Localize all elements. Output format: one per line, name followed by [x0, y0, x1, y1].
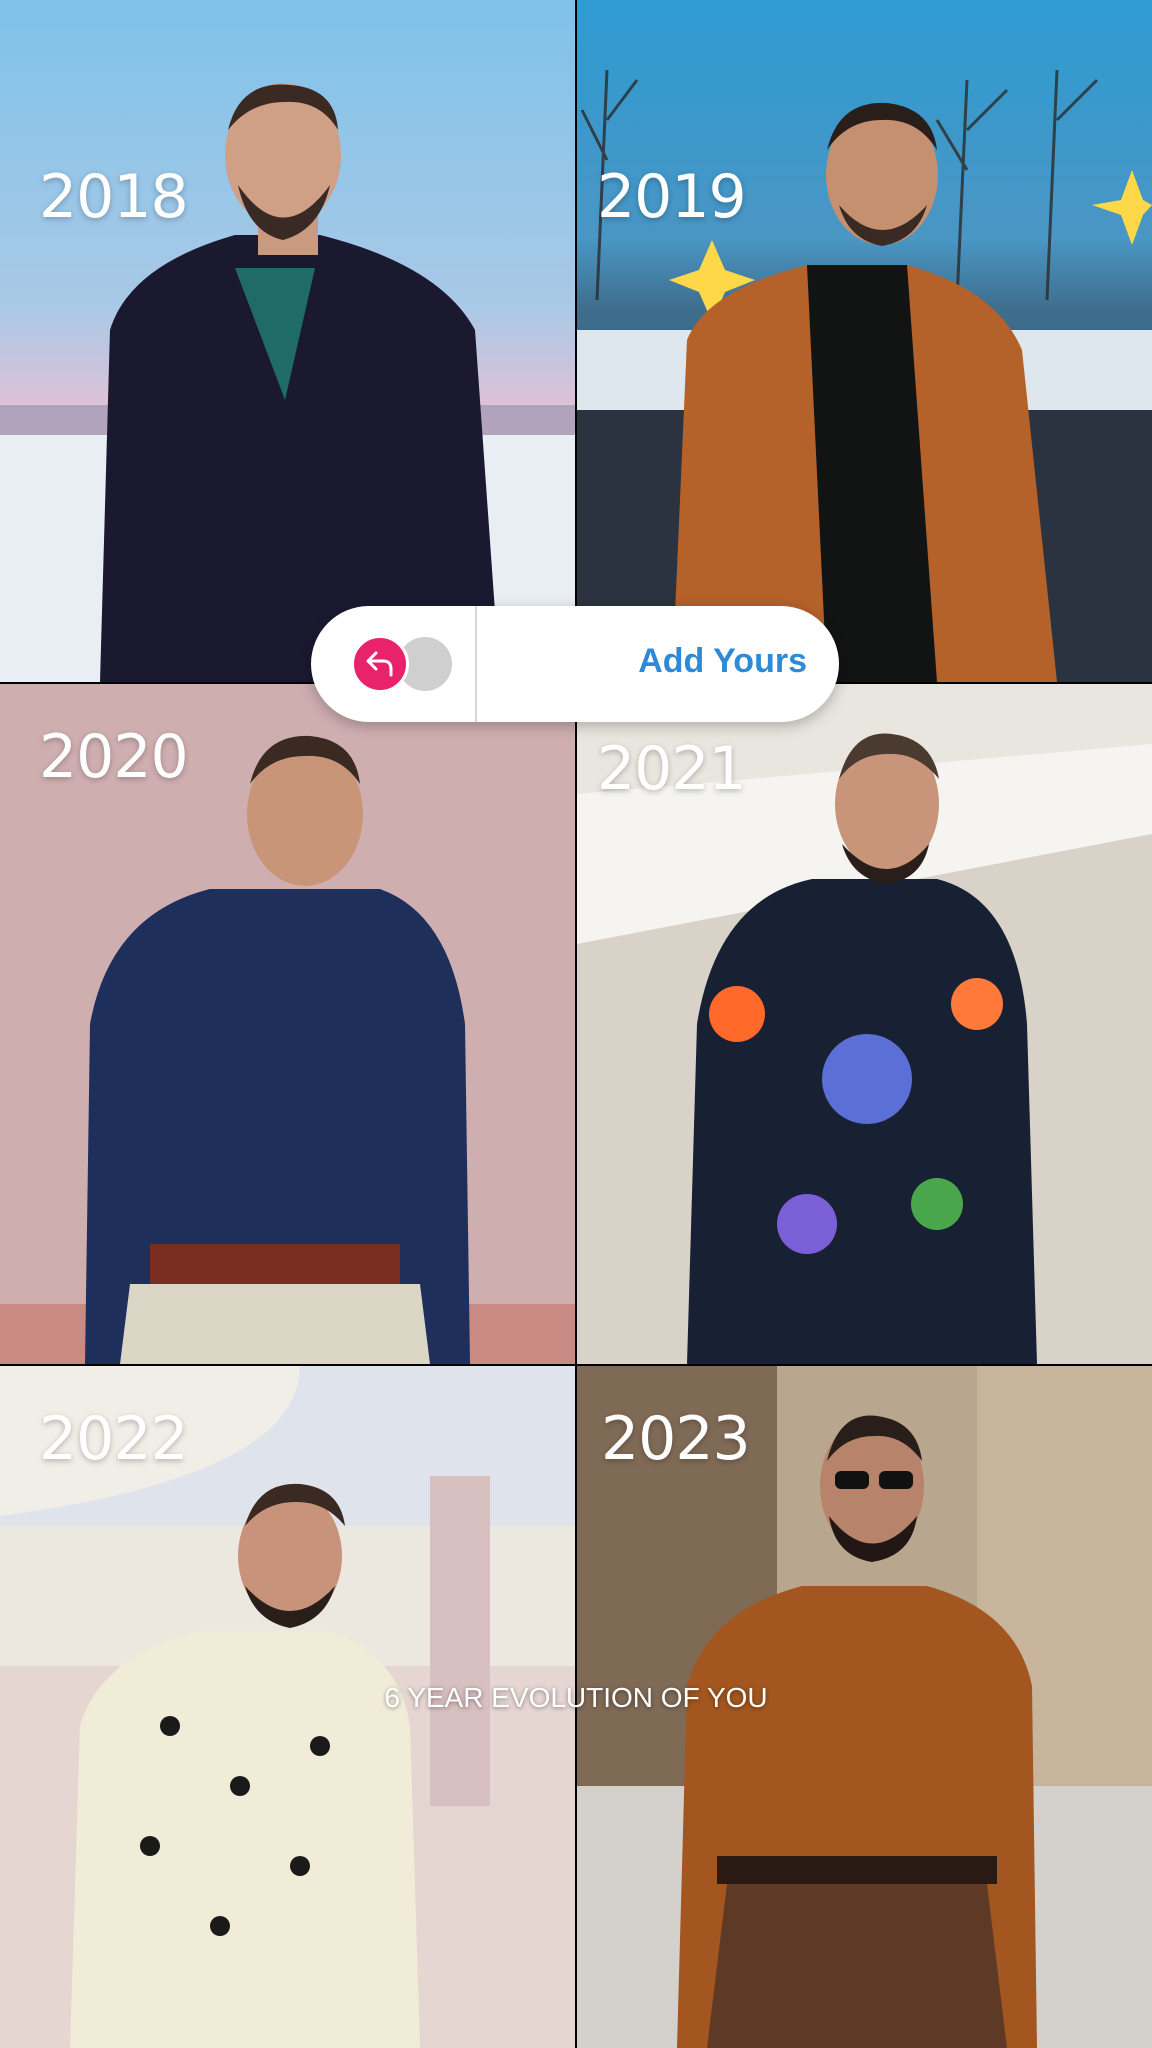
year-label-2022: 2022	[39, 1404, 189, 1474]
story-canvas: 2018 2019 2020 2021 2022 2023 Add Yours …	[0, 0, 1152, 2048]
year-label-2018: 2018	[39, 162, 189, 232]
photo-2019	[577, 0, 1152, 682]
add-yours-button[interactable]: Add Yours	[638, 642, 807, 681]
year-label-2019: 2019	[597, 162, 747, 232]
photo-tile-2021: 2021	[577, 684, 1152, 1364]
photo-tile-2019: 2019	[577, 0, 1152, 682]
photo-tile-2018: 2018	[0, 0, 575, 682]
photo-2018	[0, 0, 575, 682]
photo-tile-2020: 2020	[0, 684, 575, 1364]
story-caption: 6 YEAR EVOLUTION OF YOU	[384, 1682, 768, 1713]
year-label-2023: 2023	[601, 1404, 751, 1474]
sticker-divider	[475, 606, 477, 722]
year-label-2020: 2020	[39, 722, 189, 792]
reply-arrow-icon	[351, 635, 409, 693]
year-label-2021: 2021	[597, 734, 747, 804]
add-yours-sticker[interactable]: Add Yours	[311, 606, 839, 722]
